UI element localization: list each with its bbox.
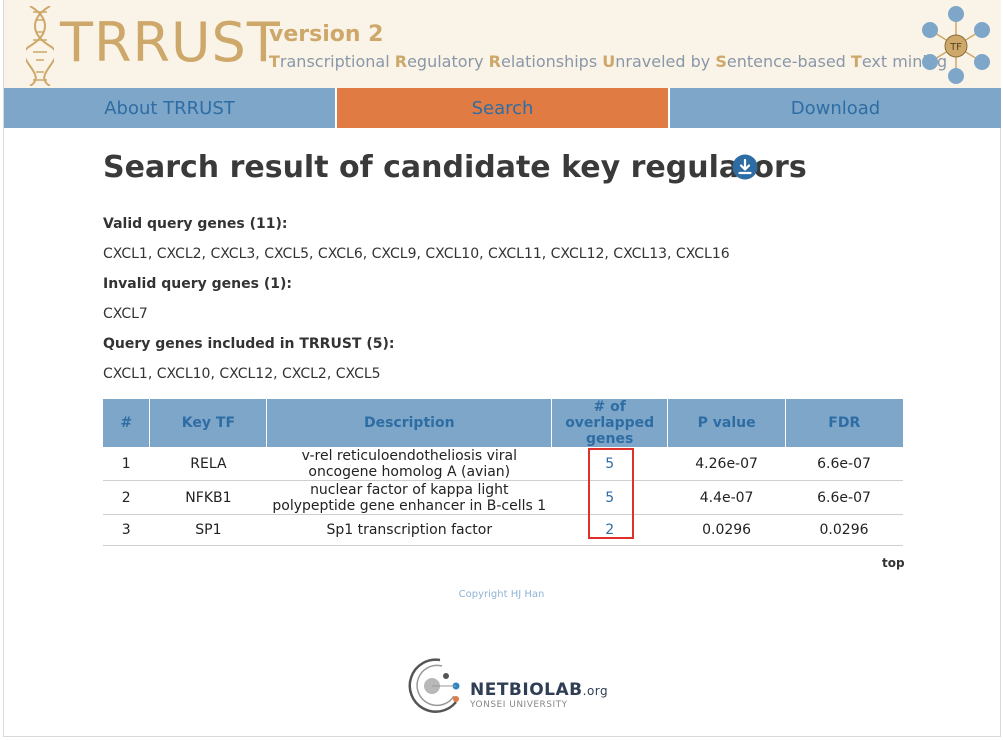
- nav-about[interactable]: About TRRUST: [4, 88, 335, 128]
- site-subtitle: Transcriptional Regulatory Relationships…: [269, 52, 948, 71]
- row-description: v-rel reticuloendotheliosis viral oncogen…: [266, 447, 553, 481]
- main-nav: About TRRUST Search Download: [4, 88, 1001, 128]
- site-header: TRRUST version 2 Transcriptional Regulat…: [4, 0, 1001, 88]
- nav-search[interactable]: Search: [337, 88, 668, 128]
- row-fdr: 6.6e-07: [785, 480, 903, 515]
- included-genes-list: CXCL1, CXCL10, CXCL12, CXCL2, CXCL5: [103, 366, 381, 382]
- row-p-value: 4.4e-07: [667, 480, 787, 515]
- nav-download[interactable]: Download: [670, 88, 1001, 128]
- valid-genes-label: Valid query genes (11):: [103, 216, 288, 232]
- row-description: Sp1 transcription factor: [266, 514, 553, 546]
- invalid-genes-label: Invalid query genes (1):: [103, 276, 292, 292]
- col-header-p-value[interactable]: P value: [667, 399, 787, 447]
- version-label: version 2: [269, 22, 384, 47]
- table-row: 3 SP1 Sp1 transcription factor 2 0.0296 …: [103, 514, 903, 546]
- dna-helix-icon: [26, 6, 54, 86]
- back-to-top-link[interactable]: top: [882, 556, 905, 570]
- row-num: 1: [103, 447, 151, 481]
- invalid-genes-list: CXCL7: [103, 306, 148, 322]
- row-p-value: 0.0296: [667, 514, 787, 546]
- included-genes-label: Query genes included in TRRUST (5):: [103, 336, 395, 352]
- table-row: 1 RELA v-rel reticuloendotheliosis viral…: [103, 447, 903, 481]
- lab-name[interactable]: NETBIOLAB.org: [470, 680, 608, 700]
- col-header-overlapped-genes[interactable]: # of overlapped genes: [551, 399, 669, 447]
- col-header-key-tf[interactable]: Key TF: [149, 399, 268, 447]
- row-p-value: 4.26e-07: [667, 447, 787, 481]
- copyright-text: Copyright HJ Han: [458, 589, 545, 600]
- download-icon[interactable]: [732, 154, 758, 180]
- col-header-num[interactable]: #: [103, 399, 151, 447]
- highlight-box: [588, 448, 634, 539]
- row-key-tf: SP1: [149, 514, 268, 546]
- row-key-tf: NFKB1: [149, 480, 268, 515]
- row-description: nuclear factor of kappa light polypeptide…: [266, 480, 553, 515]
- table-row: 2 NFKB1 nuclear factor of kappa light pol…: [103, 480, 903, 515]
- row-fdr: 0.0296: [785, 514, 903, 546]
- row-num: 3: [103, 514, 151, 546]
- page-title: Search result of candidate key regulator…: [103, 150, 807, 185]
- table-header-row: # Key TF Description # of overlapped genes…: [103, 399, 903, 447]
- results-table: # Key TF Description # of overlapped genes…: [103, 399, 903, 546]
- lab-university: YONSEI UNIVERSITY: [470, 700, 568, 710]
- site-logo[interactable]: TRRUST: [60, 16, 281, 70]
- tf-badge-label: TF: [949, 42, 962, 53]
- valid-genes-list: CXCL1, CXCL2, CXCL3, CXCL5, CXCL6, CXCL9…: [103, 246, 730, 262]
- col-header-description[interactable]: Description: [266, 399, 553, 447]
- tf-network-icon: TF: [922, 6, 990, 84]
- row-num: 2: [103, 480, 151, 515]
- col-header-fdr[interactable]: FDR: [785, 399, 903, 447]
- row-key-tf: RELA: [149, 447, 268, 481]
- row-fdr: 6.6e-07: [785, 447, 903, 481]
